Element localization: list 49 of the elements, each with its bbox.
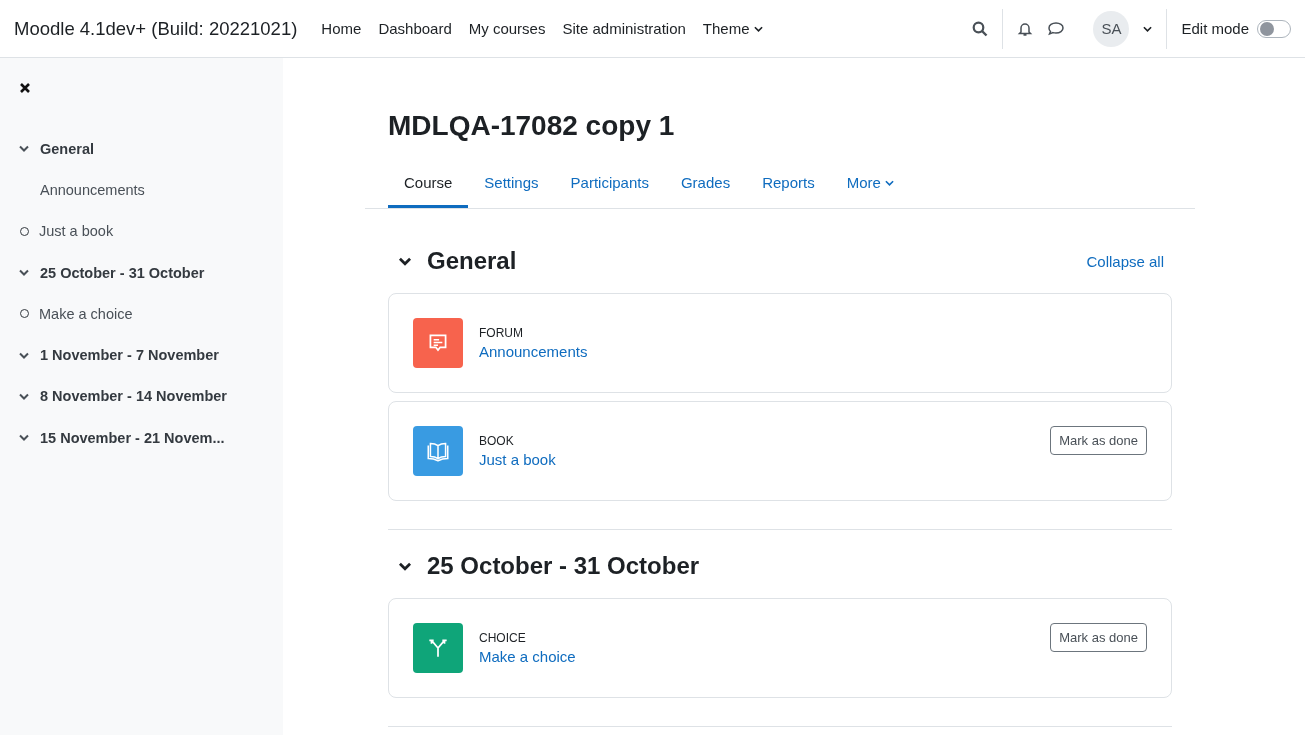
activity-type: CHOICE [479,631,527,645]
activity-link[interactable]: Announcements [479,343,588,360]
activity-icon [413,318,463,368]
chevron-icon[interactable] [19,434,29,442]
course-index-activity[interactable]: Just a book [39,223,114,240]
chevron-icon[interactable] [19,392,29,400]
activity-link[interactable]: Just a book [479,451,556,468]
course-tab[interactable]: Settings [468,162,555,208]
activity-icon [413,426,463,476]
edit-mode-label: Edit mode [1181,20,1249,37]
chevron-icon[interactable] [19,351,29,359]
course-index-section[interactable]: 1 November - 7 November [40,347,219,364]
bell-icon[interactable] [1017,20,1034,37]
course-tab[interactable]: Participants [554,162,665,208]
nav-link[interactable]: Home [321,20,362,37]
activity-icon [413,623,463,673]
search-icon[interactable] [972,20,989,37]
speech-bubble-icon[interactable] [1047,20,1066,37]
mark-as-done-button[interactable]: Mark as done [1050,426,1147,455]
nav-link[interactable]: My courses [468,20,546,37]
collapse-all-link[interactable]: Collapse all [1086,252,1164,270]
site-name[interactable]: Moodle 4.1dev+ (Build: 20221021) [14,17,298,40]
activity-type: BOOK [479,434,515,448]
course-tab[interactable]: Course [388,162,469,208]
course-tab[interactable]: Reports [746,162,831,208]
nav-link[interactable]: Theme [702,20,763,37]
section-title: 25 October - 31 October [427,552,700,580]
course-title: MDLQA-17082 copy 1 [388,110,676,142]
course-index-activity[interactable]: Make a choice [39,305,133,322]
activity-link[interactable]: Make a choice [479,648,576,665]
caret-icon[interactable] [1143,25,1153,32]
course-tab[interactable]: Grades [664,162,747,208]
nav-link[interactable]: Site administration [562,20,686,37]
close-icon[interactable] [19,82,31,94]
chevron-icon[interactable] [19,145,29,153]
section-title: General [427,247,517,275]
course-tab[interactable]: More [830,162,910,208]
activity-type: FORUM [479,326,524,340]
course-index-section[interactable]: General [40,140,94,157]
course-index-section[interactable]: 15 November - 21 Novem... [40,429,225,446]
mark-as-done-button[interactable]: Mark as done [1050,623,1147,652]
nav-link[interactable]: Dashboard [378,20,452,37]
chevron-icon[interactable] [19,269,29,277]
chevron-icon[interactable] [398,561,412,571]
course-index-activity[interactable]: Announcements [40,181,145,198]
chevron-icon[interactable] [398,256,412,266]
user-avatar[interactable]: SA [1093,10,1130,47]
course-index-section[interactable]: 8 November - 14 November [40,388,227,405]
course-index-section[interactable]: 25 October - 31 October [40,264,205,281]
